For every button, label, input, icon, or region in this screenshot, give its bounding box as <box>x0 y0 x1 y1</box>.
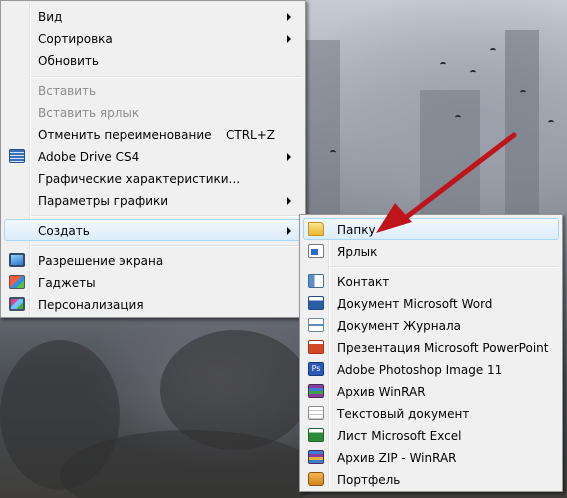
menu-item-label: Adobe Drive CS4 <box>38 150 140 164</box>
menu-item-sort[interactable]: Сортировка <box>4 27 302 49</box>
submenu-item-contact[interactable]: Контакт <box>303 270 559 292</box>
menu-item-label: Текстовый документ <box>337 407 470 421</box>
bird <box>520 90 526 95</box>
submenu-item-journal-document[interactable]: Документ Журнала <box>303 314 559 336</box>
folder-icon <box>308 222 324 236</box>
menu-item-refresh[interactable]: Обновить <box>4 49 302 71</box>
menu-item-label: Презентация Microsoft PowerPoint <box>337 341 549 355</box>
submenu-arrow-icon <box>287 153 291 161</box>
keyboard-shortcut: CTRL+Z <box>225 128 275 142</box>
menu-item-adobe-drive[interactable]: Adobe Drive CS4 <box>4 145 302 167</box>
menu-item-label: Контакт <box>337 275 390 289</box>
castle-silhouette <box>300 40 340 220</box>
submenu-arrow-icon <box>287 197 291 205</box>
submenu-item-winrar-archive[interactable]: Архив WinRAR <box>303 380 559 402</box>
menu-item-gadgets[interactable]: Гаджеты <box>4 271 302 293</box>
menu-separator <box>31 76 302 78</box>
menu-item-label: Персонализация <box>38 298 144 312</box>
menu-item-view[interactable]: Вид <box>4 5 302 27</box>
menu-item-label: Документ Журнала <box>337 319 462 333</box>
submenu-item-text-document[interactable]: Текстовый документ <box>303 402 559 424</box>
menu-item-label: Сортировка <box>38 32 113 46</box>
submenu-arrow-icon <box>287 35 291 43</box>
submenu-arrow-icon <box>287 13 291 21</box>
bird <box>330 150 336 155</box>
menu-item-screen-resolution[interactable]: Разрешение экрана <box>4 249 302 271</box>
menu-separator <box>31 245 302 247</box>
menu-separator <box>31 215 302 217</box>
submenu-item-briefcase[interactable]: Портфель <box>303 468 559 490</box>
submenu-item-photoshop-image[interactable]: Ps Adobe Photoshop Image 11 <box>303 358 559 380</box>
menu-item-label: Обновить <box>38 54 99 68</box>
menu-item-label: Документ Microsoft Word <box>337 297 493 311</box>
menu-item-paste[interactable]: Вставить <box>4 79 302 101</box>
shortcut-icon <box>308 244 324 258</box>
menu-item-undo-rename[interactable]: Отменить переименование CTRL+Z <box>4 123 302 145</box>
menu-item-label: Разрешение экрана <box>38 254 164 268</box>
menu-item-graphics-properties[interactable]: Графические характеристики... <box>4 167 302 189</box>
bird <box>440 62 446 67</box>
menu-item-label: Архив ZIP - WinRAR <box>337 451 457 465</box>
screen-resolution-icon <box>9 253 25 267</box>
bird <box>470 70 476 75</box>
menu-item-paste-shortcut[interactable]: Вставить ярлык <box>4 101 302 123</box>
submenu-item-powerpoint[interactable]: Презентация Microsoft PowerPoint <box>303 336 559 358</box>
powerpoint-icon <box>308 340 324 354</box>
menu-item-personalization[interactable]: Персонализация <box>4 293 302 315</box>
submenu-item-shortcut[interactable]: Ярлык <box>303 240 559 262</box>
gadgets-icon <box>9 275 25 289</box>
menu-item-label: Параметры графики <box>38 194 169 208</box>
menu-item-label: Отменить переименование <box>38 128 212 142</box>
submenu-item-excel-sheet[interactable]: Лист Microsoft Excel <box>303 424 559 446</box>
contact-icon <box>308 274 324 288</box>
menu-item-label: Графические характеристики... <box>38 172 241 186</box>
menu-item-label: Портфель <box>337 473 401 487</box>
winrar-archive-icon <box>308 384 324 398</box>
castle-tower <box>420 90 480 230</box>
submenu-arrow-icon <box>287 227 291 235</box>
bird <box>548 120 554 125</box>
menu-item-label: Гаджеты <box>38 276 96 290</box>
menu-separator <box>330 266 559 268</box>
menu-item-label: Лист Microsoft Excel <box>337 429 462 443</box>
excel-icon <box>308 428 324 442</box>
menu-item-graphics-options[interactable]: Параметры графики <box>4 189 302 211</box>
word-document-icon <box>308 296 324 310</box>
menu-item-label: Архив WinRAR <box>337 385 426 399</box>
submenu-item-zip-archive[interactable]: Архив ZIP - WinRAR <box>303 446 559 468</box>
menu-item-label: Adobe Photoshop Image 11 <box>337 363 503 377</box>
menu-item-label: Ярлык <box>337 245 378 259</box>
journal-document-icon <box>308 318 324 332</box>
adobe-drive-icon <box>9 149 25 163</box>
submenu-item-folder[interactable]: Папку <box>303 218 559 240</box>
submenu-item-word-document[interactable]: Документ Microsoft Word <box>303 292 559 314</box>
menu-item-label: Вставить <box>38 84 97 98</box>
briefcase-icon <box>308 472 324 486</box>
menu-item-label: Вставить ярлык <box>38 106 140 120</box>
create-submenu: Папку Ярлык Контакт Документ Microsoft W… <box>299 214 563 492</box>
menu-item-label: Вид <box>38 10 63 24</box>
bird <box>490 48 496 53</box>
text-document-icon <box>308 406 324 420</box>
personalization-icon <box>9 297 25 311</box>
desktop-context-menu: Вид Сортировка Обновить Вставить Вставит… <box>0 0 306 318</box>
castle-tower <box>505 30 539 230</box>
menu-item-label: Создать <box>38 224 90 238</box>
bird <box>455 115 461 120</box>
menu-item-create[interactable]: Создать <box>4 219 302 241</box>
menu-item-label: Папку <box>337 223 376 237</box>
zip-archive-icon <box>308 450 324 464</box>
photoshop-icon: Ps <box>308 362 324 376</box>
